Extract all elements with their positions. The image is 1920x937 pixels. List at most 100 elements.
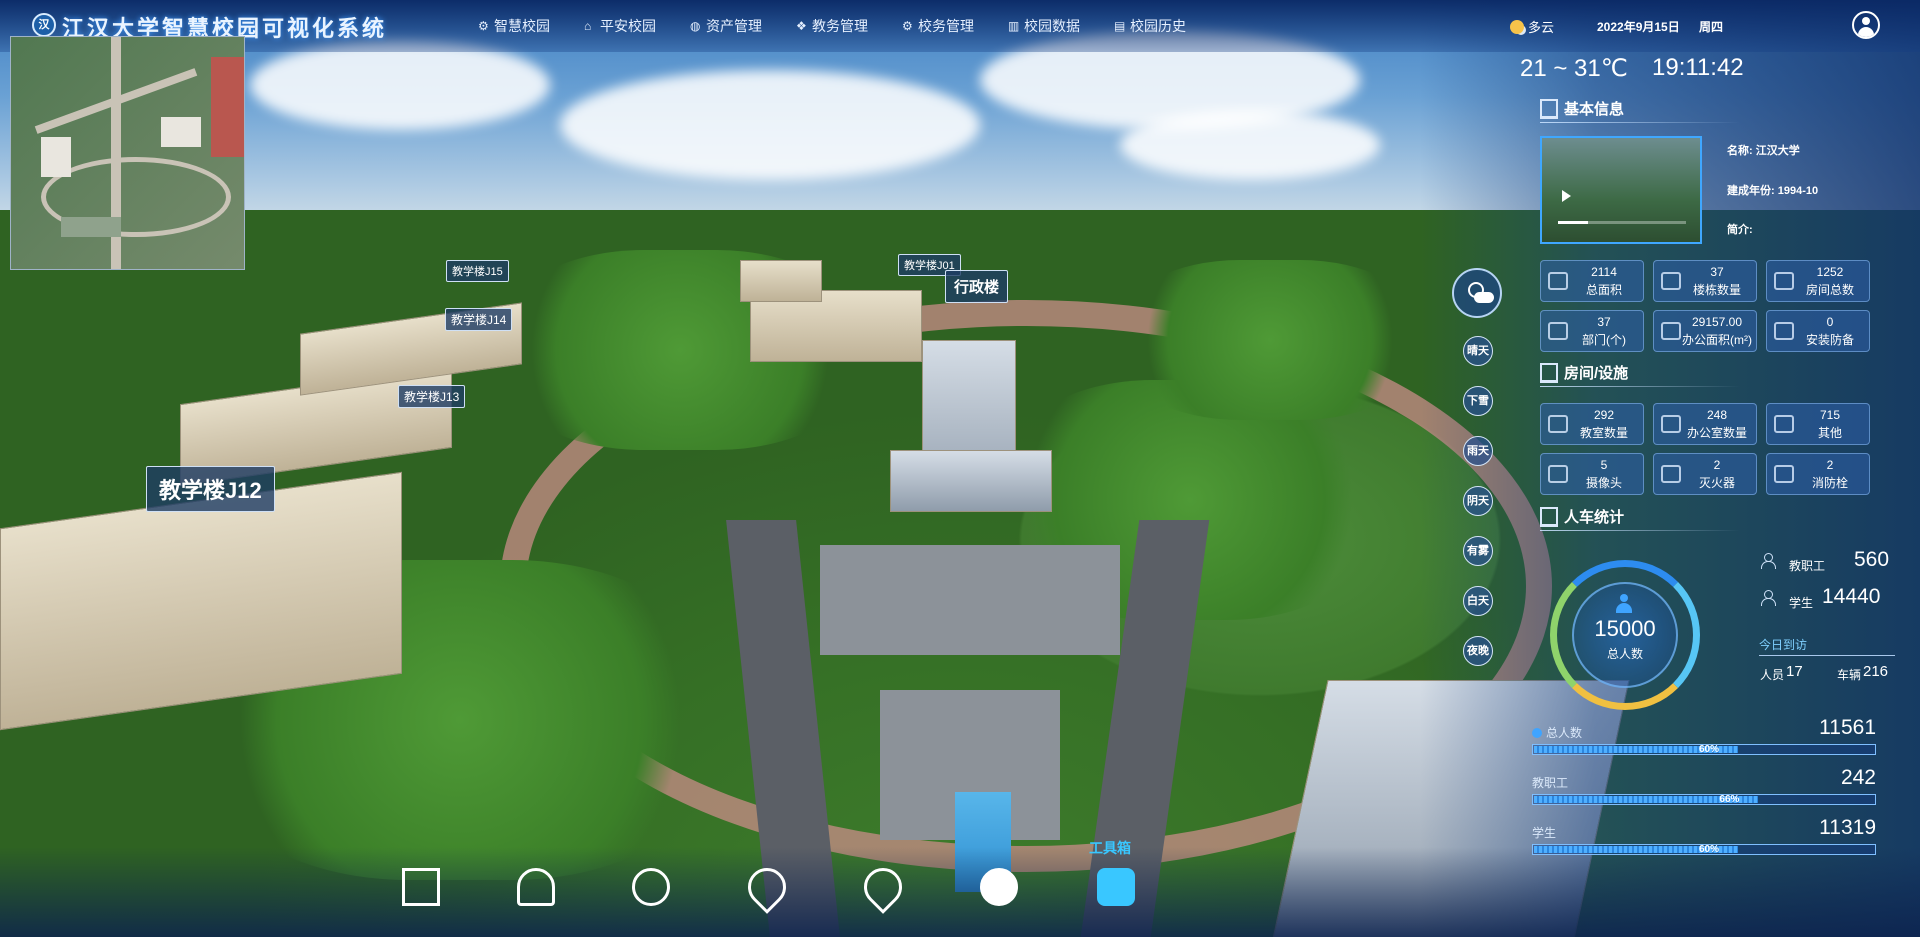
stat-card[interactable]: 5 摄像头 <box>1540 453 1644 495</box>
stat-label: 楼栋数量 <box>1692 283 1741 297</box>
minimap-building <box>41 137 71 177</box>
building-label-j14[interactable]: 教学楼J14 <box>445 308 513 331</box>
network-icon: ⚙ <box>902 19 913 33</box>
building-label-j12[interactable]: 教学楼J12 <box>146 466 275 512</box>
progress-value: 11561 <box>1819 716 1876 739</box>
minimap-building <box>161 117 201 147</box>
tool-shape <box>632 868 670 906</box>
weather-text: 多云 <box>1528 20 1555 35</box>
stat-label: 消防栓 <box>1811 476 1848 490</box>
progress-percent: 66% <box>1719 794 1740 805</box>
bank-icon: ⌂ <box>584 19 592 33</box>
location-search-icon[interactable] <box>856 860 910 914</box>
person-icon <box>1615 594 1633 614</box>
stat-value: 2 <box>1826 458 1834 472</box>
user-avatar-icon[interactable] <box>1852 11 1880 39</box>
divider <box>1540 530 1740 531</box>
medical-kit-icon[interactable] <box>976 864 1022 910</box>
stat-value: 2 <box>1713 458 1721 472</box>
progress-track: 60% <box>1532 844 1876 855</box>
main-nav: ⚙ 智慧校园 ⌂ 平安校园 ◍ 资产管理 ❖ 教务管理 ⚙ 校务管理 ▥ 校园数据 ▤ 校园历… <box>478 0 1220 52</box>
nav-item-smart-campus[interactable]: ⚙ 智慧校园 <box>478 0 550 52</box>
area-icon <box>1548 272 1568 290</box>
stat-card[interactable]: 0 安装防备 <box>1766 310 1870 352</box>
weather-mode-button[interactable]: 晴天 <box>1463 336 1493 366</box>
stat-label: 办公面积(m²) <box>1682 333 1752 347</box>
cloud <box>250 40 550 130</box>
office-area-icon <box>1661 322 1681 340</box>
stat-label: 摄像头 <box>1585 476 1622 490</box>
current-time: 19:11:42 <box>1652 54 1744 81</box>
stat-card[interactable]: 1252 房间总数 <box>1766 260 1870 302</box>
person-pin-icon[interactable] <box>513 864 559 910</box>
stat-card[interactable]: 715 其他 <box>1766 403 1870 445</box>
weather-mode-button[interactable]: 有雾 <box>1463 536 1493 566</box>
stat-card[interactable]: 2 灭火器 <box>1653 453 1757 495</box>
building-label-j15[interactable]: 教学楼J15 <box>446 260 509 282</box>
nav-label: 教务管理 <box>812 18 868 34</box>
map-pin-icon[interactable] <box>740 860 794 914</box>
introduction-label: 简介: <box>1727 224 1753 236</box>
weather-mode-button[interactable]: 雨天 <box>1463 436 1493 466</box>
stat-card[interactable]: 2 消防栓 <box>1766 453 1870 495</box>
weather-toggle-button[interactable] <box>1452 268 1502 318</box>
weather-mode-button[interactable]: 白天 <box>1463 586 1493 616</box>
video-progress-bar[interactable] <box>1558 221 1686 224</box>
stat-card[interactable]: 29157.00 办公面积(m²) <box>1653 310 1757 352</box>
nav-label: 智慧校园 <box>494 18 550 34</box>
cloud <box>560 70 980 180</box>
stat-label: 总面积 <box>1585 283 1622 297</box>
visitors-label: 人员 <box>1760 668 1785 682</box>
rotate-cube-icon[interactable] <box>398 864 444 910</box>
document-icon: ▤ <box>1114 19 1126 33</box>
campus-video-player[interactable] <box>1540 136 1702 244</box>
nav-item-safe-campus[interactable]: ⌂ 平安校园 <box>584 0 656 52</box>
layers-icon <box>1661 272 1681 290</box>
progress-label: 总人数 <box>1532 724 1582 741</box>
minimap[interactable] <box>10 36 245 270</box>
founded-year: 建成年份: 1994-10 <box>1727 185 1819 197</box>
stat-value: 715 <box>1819 408 1841 422</box>
current-weekday: 周四 <box>1699 20 1724 34</box>
progress-percent: 60% <box>1699 844 1720 855</box>
progress-track: 60% <box>1532 744 1876 755</box>
top-bar: 汉 江汉大学智慧校园可视化系统 ⚙ 智慧校园 ⌂ 平安校园 ◍ 资产管理 ❖ 教务管理 … <box>0 0 1920 52</box>
stat-label: 办公室数量 <box>1686 426 1747 440</box>
total-people-value: 15000 <box>1594 616 1656 641</box>
tool-shape <box>402 868 440 906</box>
nav-item-campus-data[interactable]: ▥ 校园数据 <box>1008 0 1080 52</box>
stat-card[interactable]: 2114 总面积 <box>1540 260 1644 302</box>
weather-mode-button[interactable]: 阴天 <box>1463 486 1493 516</box>
staff-count: 560 <box>1854 548 1890 571</box>
refresh-globe-icon[interactable] <box>628 864 674 910</box>
stat-label: 灭火器 <box>1698 476 1735 490</box>
building-label-j13[interactable]: 教学楼J13 <box>398 385 466 408</box>
nav-item-assets[interactable]: ◍ 资产管理 <box>690 0 762 52</box>
stat-card[interactable]: 248 办公室数量 <box>1653 403 1757 445</box>
nav-label: 平安校园 <box>600 18 656 34</box>
nav-item-academic[interactable]: ❖ 教务管理 <box>796 0 868 52</box>
tool-shape <box>980 868 1018 906</box>
home-icon <box>1774 272 1794 290</box>
total-people-gauge: 15000 总人数 <box>1550 560 1700 710</box>
current-date: 2022年9月15日 <box>1597 20 1680 34</box>
database-icon: ◍ <box>690 19 701 33</box>
nav-item-administration[interactable]: ⚙ 校务管理 <box>902 0 974 52</box>
camera-icon <box>1548 465 1568 483</box>
stat-card[interactable]: 292 教室数量 <box>1540 403 1644 445</box>
vehicles-count: 216 <box>1863 663 1889 680</box>
building-label-admin[interactable]: 行政楼 <box>945 270 1009 303</box>
toolbox-icon[interactable] <box>1093 864 1139 910</box>
staff-label: 教职工 <box>1789 559 1826 573</box>
student-label: 学生 <box>1789 596 1814 610</box>
play-icon[interactable] <box>1562 190 1571 202</box>
stat-card[interactable]: 37 楼栋数量 <box>1653 260 1757 302</box>
classroom-icon <box>1548 415 1568 433</box>
university-logo: 汉 <box>32 13 56 37</box>
weather-mode-button[interactable]: 夜晚 <box>1463 636 1493 666</box>
teaching-building[interactable] <box>740 260 822 302</box>
weather-mode-button[interactable]: 下雪 <box>1463 386 1493 416</box>
nav-item-history[interactable]: ▤ 校园历史 <box>1114 0 1186 52</box>
staff-icon <box>1760 553 1776 569</box>
stat-card[interactable]: 37 部门(个) <box>1540 310 1644 352</box>
